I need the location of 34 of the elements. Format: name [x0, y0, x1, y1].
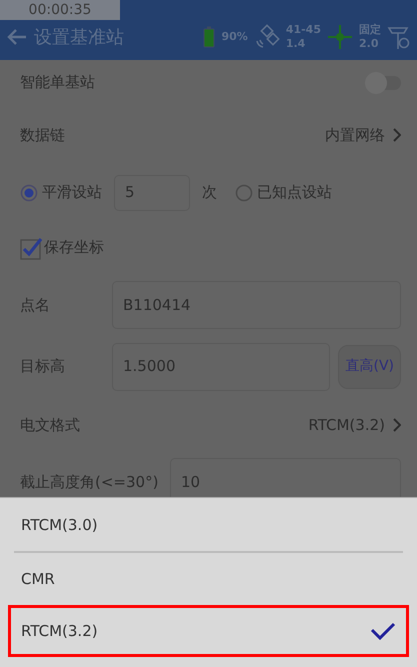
unit-label: 次: [202, 182, 217, 204]
age-value: 2.0: [359, 37, 380, 51]
satellite-icon: [254, 24, 280, 50]
pdop-value: 1.4: [286, 37, 306, 51]
row-label: 数据链: [20, 124, 66, 146]
radio-option[interactable]: 已知点设站: [235, 181, 332, 204]
checkbox-icon: [20, 236, 44, 260]
input-field[interactable]: 1.5000: [112, 342, 330, 390]
row-label: 智能单基站: [20, 72, 96, 94]
page-title: 设置基准站: [34, 26, 125, 50]
chevron-icon: [393, 418, 401, 432]
option-item[interactable]: CMR: [8, 553, 409, 605]
check-icon: [370, 622, 396, 640]
option-item[interactable]: RTCM(3.2): [8, 605, 409, 657]
input-field[interactable]: B110414: [112, 281, 401, 329]
value-link[interactable]: 内置网络: [325, 124, 401, 146]
value-link[interactable]: RTCM(3.2): [308, 414, 401, 436]
battery-icon: [203, 26, 216, 48]
solution-status: 固定: [359, 23, 381, 37]
count-field[interactable]: 5: [114, 174, 190, 210]
satellite-count: 41-45: [286, 23, 321, 37]
recorder-timer: 00:00:35: [0, 0, 120, 20]
field-label: 目标高: [20, 356, 66, 378]
save-checkbox[interactable]: 保存坐标: [20, 236, 104, 260]
radio-icon: [235, 184, 253, 202]
battery-percent: 90%: [221, 30, 248, 44]
radio-option[interactable]: 平滑设站: [20, 181, 102, 204]
row-label: 电文格式: [20, 414, 81, 436]
chevron-icon: [393, 128, 401, 142]
field-label: 点名: [20, 294, 51, 316]
field-label: 截止高度角(<=30°): [20, 472, 160, 493]
radio-icon: [20, 184, 38, 202]
back-icon[interactable]: [6, 28, 28, 46]
crosshair-icon: [327, 24, 353, 50]
